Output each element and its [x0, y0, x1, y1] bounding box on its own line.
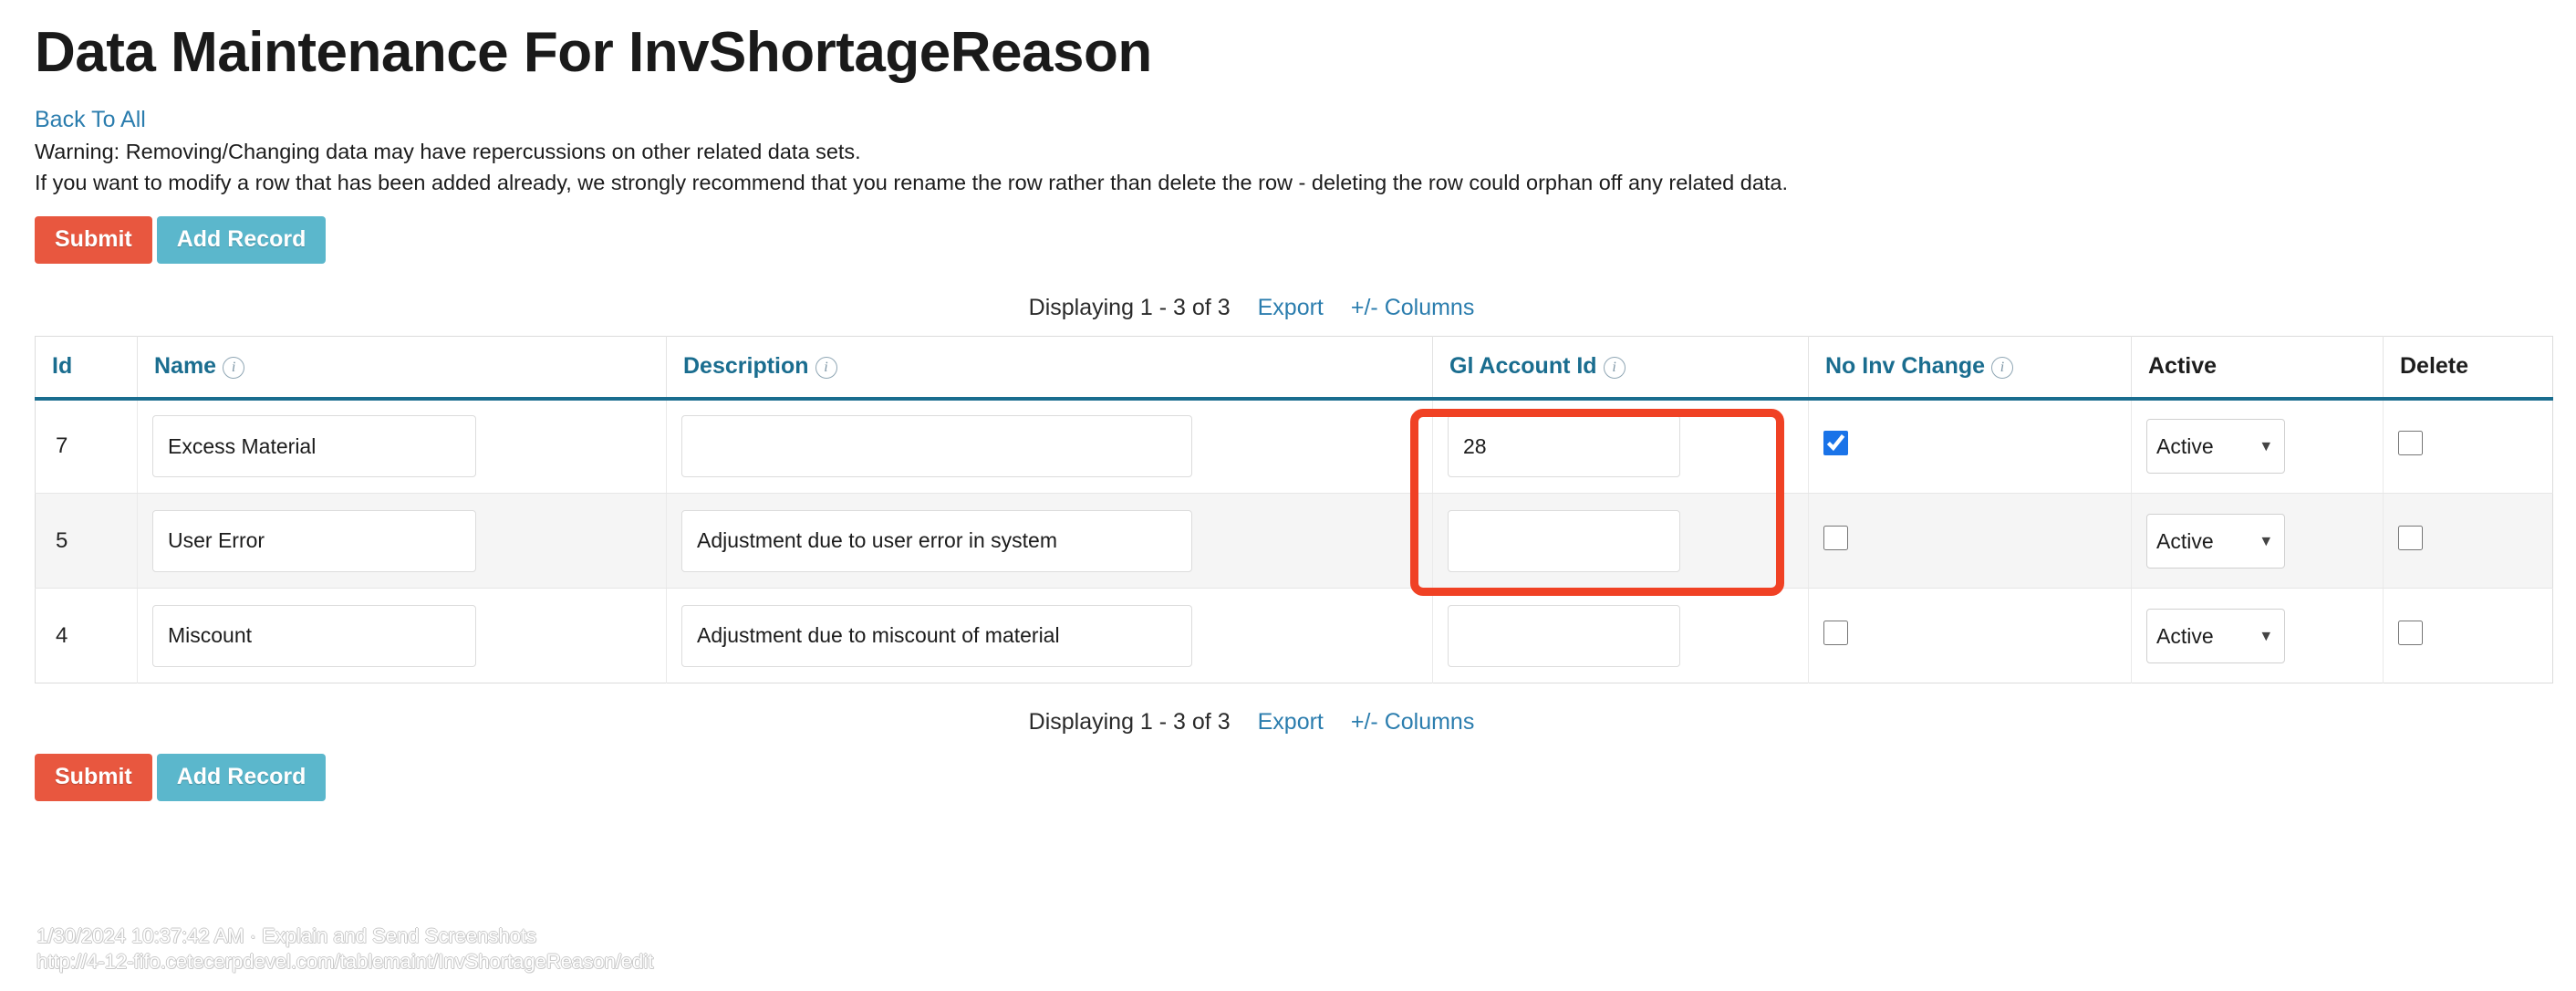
column-header-name[interactable]: Name i: [137, 336, 667, 401]
columns-toggle-link-bottom[interactable]: +/- Columns: [1351, 709, 1474, 735]
cell-gl-account-id: [1432, 398, 1809, 495]
cell-description: [666, 588, 1433, 683]
name-input[interactable]: [152, 509, 476, 572]
name-input[interactable]: [152, 604, 476, 667]
cell-delete: [2383, 398, 2553, 495]
active-select[interactable]: ActiveInactive: [2146, 513, 2285, 569]
page-root: Data Maintenance For InvShortageReason B…: [0, 0, 2576, 991]
active-select[interactable]: ActiveInactive: [2146, 419, 2285, 475]
table-toolbar-bottom: Displaying 1 - 3 of 3 Export +/- Columns: [35, 709, 2541, 735]
active-select-wrapper: ActiveInactive ▾: [2146, 513, 2285, 569]
description-input[interactable]: [681, 509, 1192, 572]
cell-gl-account-id: [1432, 493, 1809, 589]
warning-line-1: Warning: Removing/Changing data may have…: [35, 140, 861, 164]
active-select[interactable]: ActiveInactive: [2146, 608, 2285, 663]
cell-gl-account-id: [1432, 588, 1809, 683]
columns-toggle-link-top[interactable]: +/- Columns: [1351, 295, 1474, 321]
column-header-no-inv-change-label: No Inv Change: [1825, 353, 1986, 380]
watermark-url: http://4-12-fifo.cetecerpdevel.com/table…: [36, 949, 654, 973]
cell-no-inv-change: [1808, 493, 2132, 589]
gl-account-id-input[interactable]: [1448, 415, 1680, 478]
displaying-count-top: Displaying 1 - 3 of 3: [1028, 295, 1231, 321]
cell-description: [666, 398, 1433, 495]
table-header-row: Id Name i Description i Gl Account Id i No …: [35, 336, 2553, 401]
watermark-timestamp: 1/30/2024 10:37:42 AM · Explain and Send…: [36, 923, 536, 947]
gl-account-id-input[interactable]: [1448, 509, 1680, 572]
column-header-delete: Delete: [2383, 336, 2553, 401]
no-inv-change-checkbox[interactable]: [1823, 431, 1848, 456]
column-header-description-label: Description: [683, 353, 809, 380]
submit-button-top[interactable]: Submit: [35, 216, 152, 265]
column-header-name-label: Name: [154, 353, 217, 380]
description-input[interactable]: [681, 604, 1192, 667]
table-body: 7 ActiveInactive ▾: [35, 398, 2553, 683]
column-header-id: Id: [35, 336, 138, 401]
delete-checkbox[interactable]: [2398, 431, 2423, 456]
info-icon[interactable]: i: [1991, 357, 2014, 380]
cell-id: 7: [35, 398, 138, 495]
table-row: 4 ActiveInactive ▾: [35, 588, 2553, 683]
submit-button-bottom[interactable]: Submit: [35, 754, 152, 802]
active-select-wrapper: ActiveInactive ▾: [2146, 419, 2285, 475]
cell-delete: [2384, 589, 2553, 683]
column-header-active: Active: [2131, 336, 2384, 401]
cell-no-inv-change: [1808, 588, 2132, 683]
cell-active: ActiveInactive ▾: [2131, 588, 2384, 683]
cell-id: 5: [35, 493, 138, 589]
table-row: 7 ActiveInactive ▾: [35, 398, 2553, 495]
page-title: Data Maintenance For InvShortageReason: [35, 21, 1152, 84]
delete-checkbox[interactable]: [2398, 525, 2423, 550]
column-header-id-label: Id: [52, 353, 73, 380]
column-header-no-inv-change[interactable]: No Inv Change i: [1808, 336, 2132, 401]
cell-name: [137, 493, 667, 589]
column-header-gl-account-id-label: Gl Account Id: [1449, 353, 1597, 380]
description-input[interactable]: [681, 415, 1192, 478]
info-icon[interactable]: i: [815, 357, 837, 380]
column-header-gl-account-id[interactable]: Gl Account Id i: [1432, 336, 1809, 401]
data-maintenance-table: Id Name i Description i Gl Account Id i No …: [35, 336, 2553, 684]
cell-description: [666, 493, 1433, 589]
add-record-button-top[interactable]: Add Record: [156, 216, 327, 265]
info-icon[interactable]: i: [223, 357, 245, 380]
name-input[interactable]: [152, 415, 476, 478]
table-toolbar-top: Displaying 1 - 3 of 3 Export +/- Columns: [35, 295, 2541, 321]
info-icon[interactable]: i: [1603, 357, 1626, 380]
cell-name: [137, 588, 667, 683]
cell-active: ActiveInactive ▾: [2131, 493, 2384, 589]
table-head: Id Name i Description i Gl Account Id i No …: [35, 336, 2553, 401]
export-link-bottom[interactable]: Export: [1258, 709, 1324, 735]
add-record-button-bottom[interactable]: Add Record: [156, 754, 327, 802]
cell-id: 4: [35, 588, 138, 683]
screenshot-watermark: 1/30/2024 10:37:42 AM · Explain and Send…: [36, 923, 653, 975]
back-to-all-link[interactable]: Back To All: [35, 107, 146, 133]
cell-name: [137, 398, 667, 495]
no-inv-change-checkbox[interactable]: [1823, 525, 1848, 550]
cell-active: ActiveInactive ▾: [2131, 398, 2384, 495]
active-select-wrapper: ActiveInactive ▾: [2146, 608, 2285, 663]
delete-checkbox[interactable]: [2398, 620, 2423, 645]
cell-no-inv-change: [1808, 398, 2132, 495]
bottom-action-bar: Submit Add Record: [35, 754, 2541, 802]
column-header-delete-label: Delete: [2400, 353, 2469, 380]
displaying-count-bottom: Displaying 1 - 3 of 3: [1028, 709, 1231, 735]
no-inv-change-checkbox[interactable]: [1823, 620, 1848, 645]
gl-account-id-input[interactable]: [1448, 604, 1680, 667]
export-link-top[interactable]: Export: [1258, 295, 1324, 321]
column-header-description[interactable]: Description i: [666, 336, 1433, 401]
cell-delete: [2383, 493, 2553, 589]
top-action-bar: Submit Add Record: [35, 216, 2541, 265]
warning-line-2: If you want to modify a row that has bee…: [35, 170, 1789, 194]
warning-text: Warning: Removing/Changing data may have…: [35, 137, 2541, 198]
table-row: 5 ActiveInactive ▾: [35, 493, 2553, 589]
column-header-active-label: Active: [2148, 353, 2218, 380]
